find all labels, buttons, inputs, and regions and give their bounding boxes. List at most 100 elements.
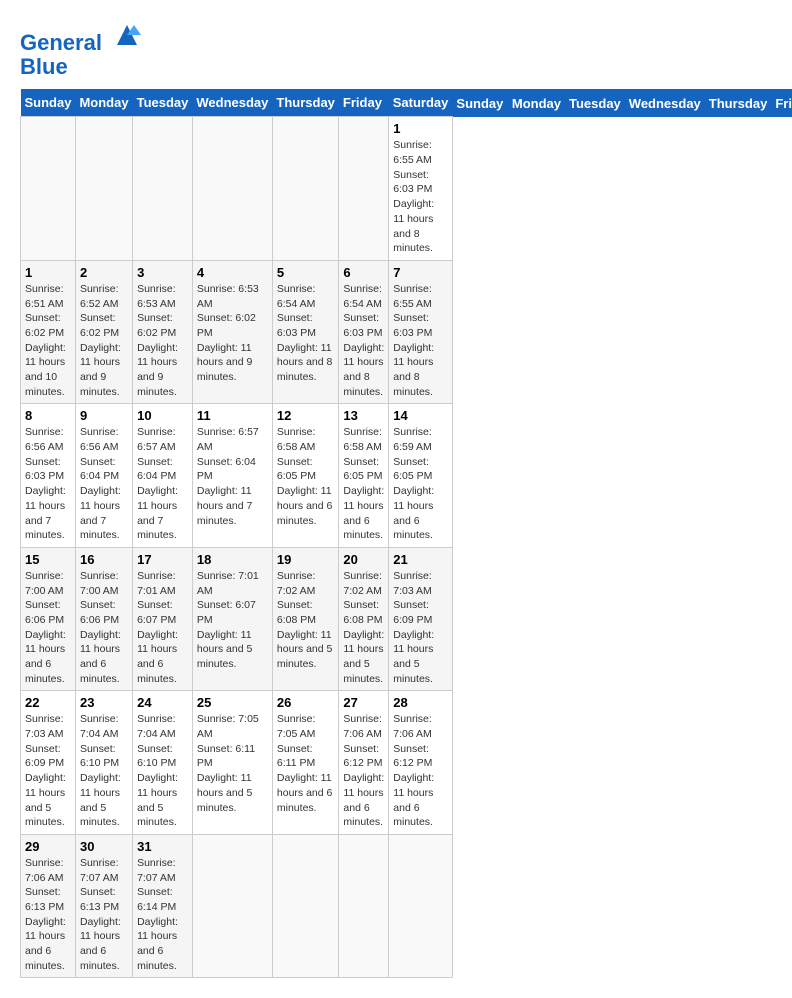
day-info: Sunrise: 7:02 AM Sunset: 6:08 PM Dayligh… (277, 569, 335, 672)
day-number: 7 (393, 265, 448, 280)
calendar-day (21, 117, 76, 261)
day-info: Sunrise: 7:01 AM Sunset: 6:07 PM Dayligh… (197, 569, 268, 672)
calendar-day (272, 117, 339, 261)
day-info: Sunrise: 6:56 AM Sunset: 6:04 PM Dayligh… (80, 425, 128, 543)
calendar-table: SundayMondayTuesdayWednesdayThursdayFrid… (20, 89, 792, 978)
calendar-day: 29Sunrise: 7:06 AM Sunset: 6:13 PM Dayli… (21, 834, 76, 978)
day-header-tuesday: Tuesday (133, 89, 193, 117)
day-info: Sunrise: 6:54 AM Sunset: 6:03 PM Dayligh… (277, 282, 335, 385)
calendar-day: 12 Sunrise: 6:58 AM Sunset: 6:05 PM Dayli… (272, 404, 339, 548)
day-info: Sunrise: 6:53 AM Sunset: 6:02 PM Dayligh… (197, 282, 268, 385)
day-header-friday: Friday (339, 89, 389, 117)
day-info: Sunrise: 6:51 AM Sunset: 6:02 PM Dayligh… (25, 282, 71, 400)
day-info: Sunrise: 6:56 AM Sunset: 6:03 PM Dayligh… (25, 425, 71, 543)
calendar-day (133, 117, 193, 261)
day-number: 4 (197, 265, 268, 280)
calendar-week-row: 29Sunrise: 7:06 AM Sunset: 6:13 PM Dayli… (21, 834, 792, 978)
calendar-week-row: 8Sunrise: 6:56 AM Sunset: 6:03 PM Daylig… (21, 404, 792, 548)
calendar-day: 17Sunrise: 7:01 AM Sunset: 6:07 PM Dayli… (133, 547, 193, 691)
day-info: Sunrise: 7:02 AM Sunset: 6:08 PM Dayligh… (343, 569, 384, 687)
day-header-wednesday: Wednesday (625, 89, 705, 117)
day-number: 29 (25, 839, 71, 854)
calendar-day: 25Sunrise: 7:05 AM Sunset: 6:11 PM Dayli… (192, 691, 272, 835)
day-info: Sunrise: 7:07 AM Sunset: 6:14 PM Dayligh… (137, 856, 188, 974)
calendar-day: 27Sunrise: 7:06 AM Sunset: 6:12 PM Dayli… (339, 691, 389, 835)
day-info: Sunrise: 7:00 AM Sunset: 6:06 PM Dayligh… (80, 569, 128, 687)
day-info: Sunrise: 6:53 AM Sunset: 6:02 PM Dayligh… (137, 282, 188, 400)
calendar-day: 2Sunrise: 6:52 AM Sunset: 6:02 PM Daylig… (75, 260, 132, 404)
day-header-saturday: Saturday (389, 89, 453, 117)
day-info: Sunrise: 7:06 AM Sunset: 6:12 PM Dayligh… (343, 712, 384, 830)
day-number: 22 (25, 695, 71, 710)
day-info: Sunrise: 6:54 AM Sunset: 6:03 PM Dayligh… (343, 282, 384, 400)
day-header-monday: Monday (508, 89, 565, 117)
calendar-day: 8Sunrise: 6:56 AM Sunset: 6:03 PM Daylig… (21, 404, 76, 548)
day-number: 18 (197, 552, 268, 567)
day-info: Sunrise: 7:05 AM Sunset: 6:11 PM Dayligh… (277, 712, 335, 815)
logo: General Blue (20, 20, 142, 79)
page-header: General Blue (20, 20, 772, 79)
calendar-day: 4 Sunrise: 6:53 AM Sunset: 6:02 PM Daylig… (192, 260, 272, 404)
day-info: Sunrise: 6:58 AM Sunset: 6:05 PM Dayligh… (343, 425, 384, 543)
day-header-thursday: Thursday (705, 89, 772, 117)
calendar-day: 9 Sunrise: 6:56 AM Sunset: 6:04 PM Daylig… (75, 404, 132, 548)
day-number: 21 (393, 552, 448, 567)
calendar-day: 24Sunrise: 7:04 AM Sunset: 6:10 PM Dayli… (133, 691, 193, 835)
day-header-sunday: Sunday (21, 89, 76, 117)
day-number: 5 (277, 265, 335, 280)
day-number: 10 (137, 408, 188, 423)
day-info: Sunrise: 6:57 AM Sunset: 6:04 PM Dayligh… (197, 425, 268, 528)
calendar-day: 1 Sunrise: 6:51 AM Sunset: 6:02 PM Daylig… (21, 260, 76, 404)
day-header-monday: Monday (75, 89, 132, 117)
day-info: Sunrise: 7:03 AM Sunset: 6:09 PM Dayligh… (25, 712, 71, 830)
day-header-tuesday: Tuesday (565, 89, 625, 117)
day-header-friday: Friday (771, 89, 792, 117)
logo-blue: Blue (20, 55, 142, 79)
day-number: 1 (393, 121, 448, 136)
day-number: 12 (277, 408, 335, 423)
day-number: 11 (197, 408, 268, 423)
day-number: 30 (80, 839, 128, 854)
calendar-day (192, 834, 272, 978)
calendar-day: 3 Sunrise: 6:53 AM Sunset: 6:02 PM Daylig… (133, 260, 193, 404)
calendar-day (272, 834, 339, 978)
calendar-day: 22 Sunrise: 7:03 AM Sunset: 6:09 PM Dayli… (21, 691, 76, 835)
day-header-sunday: Sunday (452, 89, 507, 117)
calendar-day: 19Sunrise: 7:02 AM Sunset: 6:08 PM Dayli… (272, 547, 339, 691)
calendar-day: 31 Sunrise: 7:07 AM Sunset: 6:14 PM Dayli… (133, 834, 193, 978)
calendar-week-row: 15 Sunrise: 7:00 AM Sunset: 6:06 PM Dayli… (21, 547, 792, 691)
calendar-week-row: 1 Sunrise: 6:55 AM Sunset: 6:03 PM Daylig… (21, 117, 792, 261)
day-info: Sunrise: 7:03 AM Sunset: 6:09 PM Dayligh… (393, 569, 448, 687)
calendar-day: 18 Sunrise: 7:01 AM Sunset: 6:07 PM Dayli… (192, 547, 272, 691)
calendar-day: 23Sunrise: 7:04 AM Sunset: 6:10 PM Dayli… (75, 691, 132, 835)
day-number: 20 (343, 552, 384, 567)
day-number: 3 (137, 265, 188, 280)
logo-text: General (20, 20, 142, 55)
day-info: Sunrise: 6:55 AM Sunset: 6:03 PM Dayligh… (393, 138, 448, 256)
day-number: 9 (80, 408, 128, 423)
day-number: 25 (197, 695, 268, 710)
calendar-day: 30Sunrise: 7:07 AM Sunset: 6:13 PM Dayli… (75, 834, 132, 978)
calendar-day: 28 Sunrise: 7:06 AM Sunset: 6:12 PM Dayli… (389, 691, 453, 835)
day-info: Sunrise: 7:06 AM Sunset: 6:12 PM Dayligh… (393, 712, 448, 830)
day-info: Sunrise: 6:52 AM Sunset: 6:02 PM Dayligh… (80, 282, 128, 400)
day-number: 15 (25, 552, 71, 567)
calendar-day (192, 117, 272, 261)
day-info: Sunrise: 6:57 AM Sunset: 6:04 PM Dayligh… (137, 425, 188, 543)
day-number: 24 (137, 695, 188, 710)
day-number: 1 (25, 265, 71, 280)
day-number: 13 (343, 408, 384, 423)
calendar-day: 26 Sunrise: 7:05 AM Sunset: 6:11 PM Dayli… (272, 691, 339, 835)
day-number: 23 (80, 695, 128, 710)
calendar-day: 11 Sunrise: 6:57 AM Sunset: 6:04 PM Dayli… (192, 404, 272, 548)
day-number: 14 (393, 408, 448, 423)
day-header-wednesday: Wednesday (192, 89, 272, 117)
logo-general: General (20, 30, 102, 55)
day-number: 28 (393, 695, 448, 710)
day-info: Sunrise: 7:00 AM Sunset: 6:06 PM Dayligh… (25, 569, 71, 687)
day-info: Sunrise: 6:55 AM Sunset: 6:03 PM Dayligh… (393, 282, 448, 400)
calendar-day (339, 117, 389, 261)
day-number: 31 (137, 839, 188, 854)
day-number: 26 (277, 695, 335, 710)
day-info: Sunrise: 6:58 AM Sunset: 6:05 PM Dayligh… (277, 425, 335, 528)
